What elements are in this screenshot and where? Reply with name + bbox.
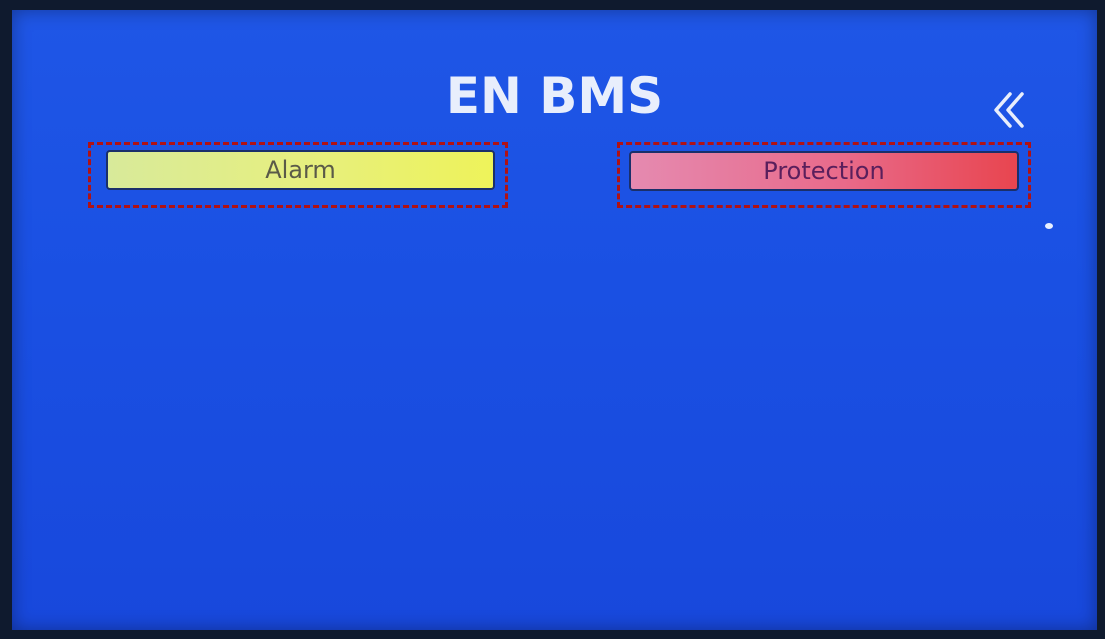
protection-button-label: Protection <box>763 157 885 185</box>
protection-button[interactable]: Protection <box>629 151 1019 191</box>
hmi-screen: EN BMS Alarm Protection <box>12 10 1097 630</box>
device-bezel: EN BMS Alarm Protection <box>0 0 1105 639</box>
alarm-button-label: Alarm <box>265 156 336 184</box>
double-chevron-left-icon <box>994 92 1024 128</box>
alarm-button[interactable]: Alarm <box>106 150 495 190</box>
screen-reflection <box>1045 223 1053 229</box>
back-button[interactable] <box>984 86 1032 134</box>
page-title: EN BMS <box>445 67 664 125</box>
